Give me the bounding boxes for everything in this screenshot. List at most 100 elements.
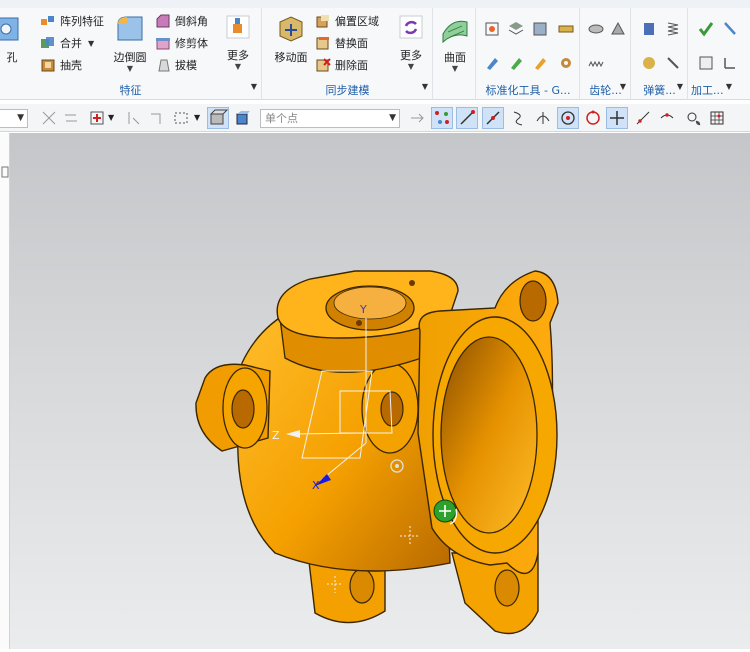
- bounding-point-icon[interactable]: [684, 109, 702, 127]
- left-boss[interactable]: [195, 363, 271, 452]
- standard-tools-group-label[interactable]: 标准化工具 - G...: [477, 82, 579, 98]
- sync-group-dropdown-icon[interactable]: ▼: [422, 82, 428, 91]
- intersection-icon[interactable]: [534, 109, 552, 127]
- quadrant-point-icon[interactable]: [584, 109, 602, 127]
- chamfer-label: 倒斜角: [175, 15, 208, 28]
- surface-button[interactable]: 曲面 ▼: [438, 14, 472, 73]
- pattern-feature-button[interactable]: 阵列特征: [40, 11, 104, 31]
- standard-tools-group: 标准化工具 - G...: [477, 8, 580, 100]
- type-filter-dropdown-icon: ▼: [17, 113, 24, 123]
- bolt-blue-icon[interactable]: [483, 54, 501, 72]
- unite-dropdown-icon[interactable]: ▼: [88, 39, 94, 48]
- spring-group-label: 弹簧... ▼: [632, 82, 687, 98]
- draft-button[interactable]: 拔模: [155, 55, 197, 75]
- gear-group-label: 齿轮... ▼: [581, 82, 630, 98]
- chamfer-button[interactable]: 倒斜角: [155, 11, 208, 31]
- spring-compress-icon[interactable]: [640, 20, 658, 38]
- offset-region-label: 偏置区域: [335, 15, 379, 28]
- machining-grid-icon[interactable]: [697, 54, 715, 72]
- move-face-button[interactable]: 移动面: [271, 14, 311, 65]
- edge-blend-dropdown-icon[interactable]: ▼: [108, 65, 152, 73]
- chamfer-icon: [156, 14, 170, 28]
- type-filter-combo[interactable]: ▼: [0, 109, 28, 128]
- spring-group-dropdown-icon[interactable]: ▼: [677, 82, 683, 91]
- bolt-green-icon[interactable]: [507, 54, 525, 72]
- body-filter-icon: [209, 109, 229, 125]
- control-point-icon[interactable]: [510, 109, 528, 127]
- edge-blend-button[interactable]: 边倒圆 ▼: [108, 14, 152, 73]
- grid-point-icon[interactable]: [708, 109, 726, 127]
- all-points-toggle[interactable]: [431, 107, 453, 129]
- swap-arrows-icon[interactable]: [62, 109, 80, 127]
- replace-face-button[interactable]: 替换面: [315, 33, 368, 53]
- spring-group: 弹簧... ▼: [632, 8, 688, 100]
- selection-toolbar: ▼ ▼ ▼ 单个点 ▼: [0, 104, 750, 132]
- graphics-viewport[interactable]: Y Z X: [10, 133, 750, 649]
- spring-disk-icon[interactable]: [640, 54, 658, 72]
- ribbon: 孔 阵列特征 合并 ▼ 抽壳 边倒圆 ▼ 倒斜角 修剪体 拔模 更多 ▼ 特征 …: [0, 0, 750, 100]
- surface-group: 曲面 ▼: [434, 8, 476, 100]
- dashed-rect-icon[interactable]: [172, 109, 190, 127]
- check-machining-icon[interactable]: [697, 20, 715, 38]
- selection-box-icon[interactable]: [88, 109, 106, 127]
- gear-cylinder-icon[interactable]: [587, 20, 605, 38]
- gear-bevel-icon[interactable]: [609, 20, 627, 38]
- part-navigator-edge[interactable]: [0, 133, 10, 649]
- select-body-toggle[interactable]: [207, 107, 229, 129]
- trim-body-icon: [156, 38, 170, 50]
- offset-region-button[interactable]: 偏置区域: [315, 11, 379, 31]
- snap-cursor-icon[interactable]: [124, 109, 142, 127]
- surface-label: 曲面: [444, 51, 466, 64]
- feature-more-dropdown-icon[interactable]: ▼: [220, 63, 256, 71]
- point-on-surface-icon[interactable]: [658, 109, 676, 127]
- gear-rack-icon[interactable]: [587, 54, 605, 72]
- unite-button[interactable]: 合并 ▼: [40, 33, 94, 53]
- right-flange[interactable]: [417, 270, 559, 575]
- shell-button[interactable]: 抽壳: [40, 55, 82, 75]
- machining-group-dropdown-icon[interactable]: ▼: [726, 82, 732, 91]
- arrow-right-icon[interactable]: [408, 109, 426, 127]
- arc-center-toggle[interactable]: [557, 107, 579, 129]
- sync-more-button[interactable]: 更多 ▼: [393, 14, 429, 71]
- navigator-pin-icon[interactable]: [0, 163, 10, 183]
- sync-more-dropdown-icon[interactable]: ▼: [393, 63, 429, 71]
- midpoint-toggle[interactable]: [482, 107, 504, 129]
- unite-label: 合并: [60, 37, 82, 50]
- link-select-icon[interactable]: [148, 109, 166, 127]
- model-canvas[interactable]: Y Z X: [10, 133, 750, 649]
- face-filter-icon[interactable]: [234, 109, 252, 127]
- gear-group-dropdown-icon[interactable]: ▼: [620, 82, 626, 91]
- machining-group-title: 加工...: [691, 84, 724, 97]
- surface-icon: [442, 20, 468, 44]
- spring-extend-icon[interactable]: [664, 20, 682, 38]
- gear-tool-icon[interactable]: [557, 54, 575, 72]
- pattern-icon: [41, 16, 54, 25]
- delete-face-button[interactable]: 删除面: [315, 55, 368, 75]
- machining-axis-icon[interactable]: [721, 54, 739, 72]
- point-on-curve-icon[interactable]: [634, 109, 652, 127]
- block-stack-icon[interactable]: [531, 20, 549, 38]
- surface-dropdown-icon[interactable]: ▼: [438, 65, 472, 73]
- feature-more-button[interactable]: 更多 ▼: [220, 14, 256, 71]
- feature-group-title: 特征: [119, 84, 142, 97]
- pattern-feature-label: 阵列特征: [60, 15, 104, 28]
- move-face-label: 移动面: [274, 51, 308, 64]
- middle-boss[interactable]: [361, 362, 419, 454]
- trim-body-button[interactable]: 修剪体: [155, 33, 208, 53]
- delete-face-icon: [316, 58, 331, 72]
- existing-point-toggle[interactable]: [606, 107, 628, 129]
- endpoint-toggle[interactable]: [456, 107, 478, 129]
- replace-face-label: 替换面: [335, 37, 368, 50]
- layer-stack-icon[interactable]: [507, 20, 525, 38]
- ruler-icon[interactable]: [557, 20, 575, 38]
- machining-tool-icon[interactable]: [721, 20, 739, 38]
- snap-grid-icon[interactable]: [40, 109, 58, 127]
- spring-delete-icon[interactable]: [664, 54, 682, 72]
- point-type-combo[interactable]: 单个点 ▼: [260, 109, 400, 128]
- feature-group-dropdown-icon[interactable]: ▼: [251, 82, 257, 91]
- bolt-orange-icon[interactable]: [531, 54, 549, 72]
- standard-part-icon[interactable]: [483, 20, 501, 38]
- hole-button[interactable]: 孔: [0, 14, 24, 65]
- shell-icon: [41, 59, 55, 72]
- hole-icon: [0, 17, 19, 41]
